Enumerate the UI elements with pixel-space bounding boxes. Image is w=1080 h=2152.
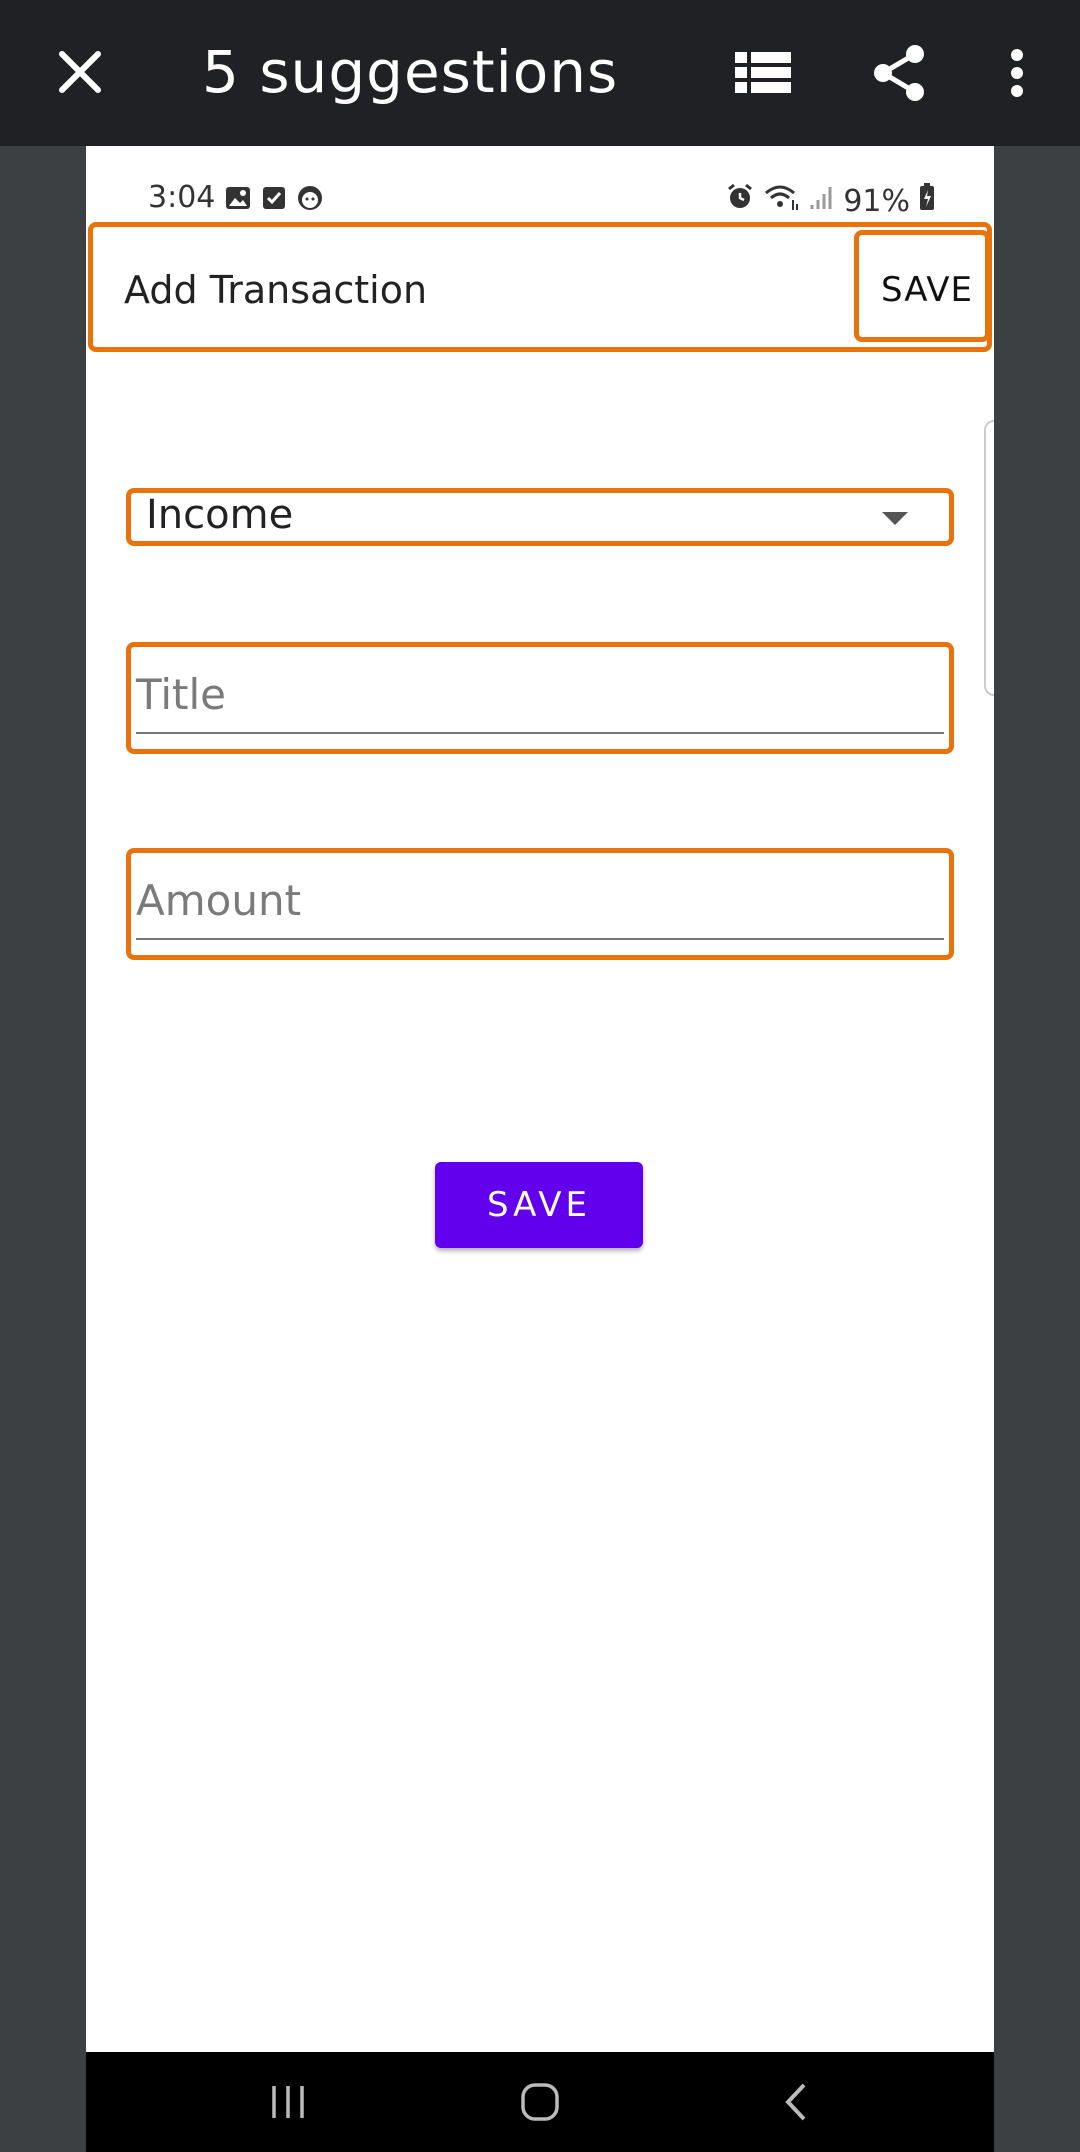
back-icon[interactable]	[780, 2082, 810, 2126]
checkbox-icon	[260, 184, 288, 220]
status-bar: 3:04 91%	[86, 174, 994, 224]
share-icon[interactable]	[864, 38, 934, 108]
viewer-top-bar: 5 suggestions	[0, 0, 1080, 146]
app-bar-title: Add Transaction	[124, 268, 428, 312]
close-icon[interactable]	[50, 42, 110, 102]
title-underline	[136, 732, 944, 734]
signal-icon	[809, 182, 835, 220]
scroll-handle[interactable]	[984, 420, 994, 696]
suggestions-title: 5 suggestions	[202, 38, 619, 106]
wifi-icon	[763, 182, 801, 220]
dropdown-arrow-icon	[882, 512, 908, 525]
recents-icon[interactable]	[268, 2084, 308, 2124]
title-field[interactable]	[126, 642, 954, 754]
status-time: 3:04	[148, 180, 216, 215]
title-placeholder: Title	[136, 670, 227, 719]
alarm-icon	[725, 182, 755, 220]
phone-screen: 3:04 91% Add Transaction SAVE Income Tit…	[86, 146, 994, 2052]
toolbar-save-label: SAVE	[881, 270, 974, 310]
list-view-icon[interactable]	[728, 38, 798, 108]
home-icon[interactable]	[520, 2082, 560, 2126]
image-icon	[224, 184, 252, 220]
transaction-type-value: Income	[146, 492, 294, 538]
battery-icon	[918, 182, 936, 220]
amount-underline	[136, 938, 944, 940]
amount-placeholder: Amount	[136, 876, 302, 925]
battery-text: 91%	[843, 183, 910, 219]
nav-bar	[86, 2052, 994, 2152]
more-vert-icon[interactable]	[982, 38, 1052, 108]
save-button[interactable]: SAVE	[435, 1162, 643, 1248]
face-icon	[296, 184, 324, 220]
